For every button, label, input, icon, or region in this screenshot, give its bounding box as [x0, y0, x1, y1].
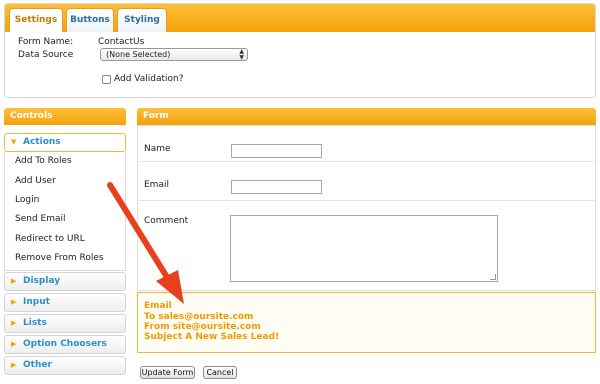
tab-bar: Settings Buttons Styling — [5, 4, 595, 32]
email-action-to: To sales@oursite.com — [144, 312, 254, 322]
action-add-to-roles[interactable]: Add To Roles — [15, 156, 72, 166]
accordion-option-choosers[interactable]: ▶ Option Choosers — [4, 335, 126, 354]
data-source-value: (None Selected) — [106, 50, 171, 59]
chevron-right-icon: ▶ — [11, 277, 17, 285]
select-arrows-icon: ▲ ▼ — [239, 48, 244, 61]
update-form-button[interactable]: Update Form — [140, 366, 195, 379]
accordion-other[interactable]: ▶ Other — [4, 356, 126, 375]
email-action-box[interactable]: Email To sales@oursite.com From site@our… — [137, 292, 596, 353]
comment-textarea[interactable] — [230, 215, 498, 282]
action-login[interactable]: Login — [15, 195, 39, 205]
email-action-from: From site@oursite.com — [144, 322, 261, 332]
accordion-actions-label: Actions — [23, 137, 61, 147]
tab-settings[interactable]: Settings — [9, 8, 63, 32]
accordion-lists-label: Lists — [23, 318, 47, 328]
accordion-display-label: Display — [23, 276, 61, 286]
controls-header: Controls — [4, 108, 126, 125]
actions-list: Add To Roles Add User Login Send Email R… — [4, 152, 126, 271]
form-row-comment: Comment — [138, 201, 595, 291]
accordion-input-label: Input — [23, 297, 50, 307]
form-header: Form — [137, 108, 596, 125]
accordion-actions[interactable]: ▼ Actions — [4, 133, 126, 152]
chevron-right-icon: ▶ — [11, 319, 17, 327]
add-validation-checkbox[interactable] — [102, 75, 111, 84]
chevron-right-icon: ▶ — [11, 298, 17, 306]
chevron-right-icon: ▶ — [11, 361, 17, 369]
tab-buttons[interactable]: Buttons — [66, 8, 114, 32]
form-name-value: ContactUs — [98, 37, 145, 47]
form-canvas: Name Email Comment — [137, 125, 596, 291]
data-source-select[interactable]: (None Selected) ▲ ▼ — [100, 48, 248, 61]
form-name-label: Form Name: — [18, 37, 74, 47]
name-field-label: Name — [144, 144, 171, 154]
accordion-lists[interactable]: ▶ Lists — [4, 314, 126, 333]
chevron-down-icon: ▼ — [11, 138, 17, 146]
data-source-label: Data Source — [18, 50, 74, 60]
add-validation-label: Add Validation? — [114, 74, 184, 84]
form-row-email: Email — [138, 162, 595, 201]
accordion-display[interactable]: ▶ Display — [4, 272, 126, 291]
email-action-title: Email — [144, 301, 172, 311]
action-remove-from-roles[interactable]: Remove From Roles — [15, 253, 104, 263]
chevron-right-icon: ▶ — [11, 340, 17, 348]
accordion-input[interactable]: ▶ Input — [4, 293, 126, 312]
resize-handle-icon[interactable] — [490, 274, 496, 280]
accordion-option-choosers-label: Option Choosers — [23, 339, 107, 349]
settings-panel: Settings Buttons Styling — [4, 3, 596, 98]
action-add-user[interactable]: Add User — [15, 176, 56, 186]
cancel-button[interactable]: Cancel — [203, 366, 237, 379]
name-input[interactable] — [231, 144, 322, 158]
form-row-name: Name — [138, 126, 595, 162]
email-input[interactable] — [231, 180, 322, 194]
accordion-other-label: Other — [23, 360, 52, 370]
email-action-subject: Subject A New Sales Lead! — [144, 332, 280, 342]
tab-styling[interactable]: Styling — [117, 8, 167, 32]
action-redirect-to-url[interactable]: Redirect to URL — [15, 234, 85, 244]
comment-field-label: Comment — [144, 216, 189, 226]
email-field-label: Email — [144, 180, 169, 190]
action-send-email[interactable]: Send Email — [15, 214, 66, 224]
